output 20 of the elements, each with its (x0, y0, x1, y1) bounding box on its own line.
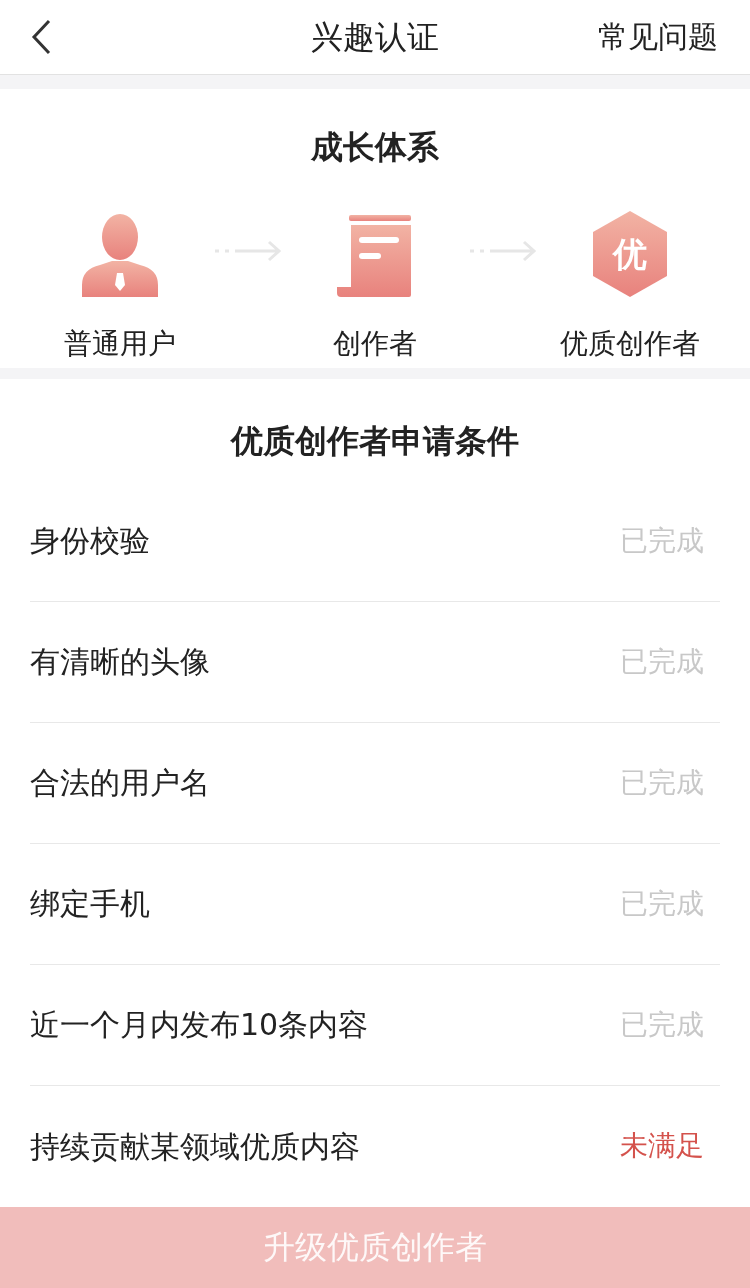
section-title: 优质创作者申请条件 (229, 420, 520, 462)
condition-label: 有清晰的头像 (30, 643, 210, 682)
step-label: 优质创作者 (560, 325, 700, 362)
page-title: 兴趣认证 (311, 16, 439, 58)
condition-label: 近一个月内发布10条内容 (30, 1006, 369, 1045)
condition-status: 未满足 (620, 1128, 704, 1165)
arrow-icon (212, 238, 283, 263)
condition-label: 合法的用户名 (30, 764, 210, 803)
step-label: 普通用户 (64, 325, 176, 362)
badge-text: 优 (613, 236, 647, 271)
arrow-icon (467, 238, 538, 263)
faq-link[interactable]: 常见问题 (598, 14, 718, 60)
back-icon[interactable] (30, 18, 52, 55)
condition-label: 持续贡献某领域优质内容 (30, 1127, 360, 1166)
condition-label: 身份校验 (30, 522, 150, 561)
condition-label: 绑定手机 (30, 885, 150, 924)
section-title: 成长体系 (311, 126, 439, 168)
document-icon (337, 212, 413, 299)
step-label: 创作者 (333, 325, 417, 362)
person-icon (80, 212, 160, 299)
